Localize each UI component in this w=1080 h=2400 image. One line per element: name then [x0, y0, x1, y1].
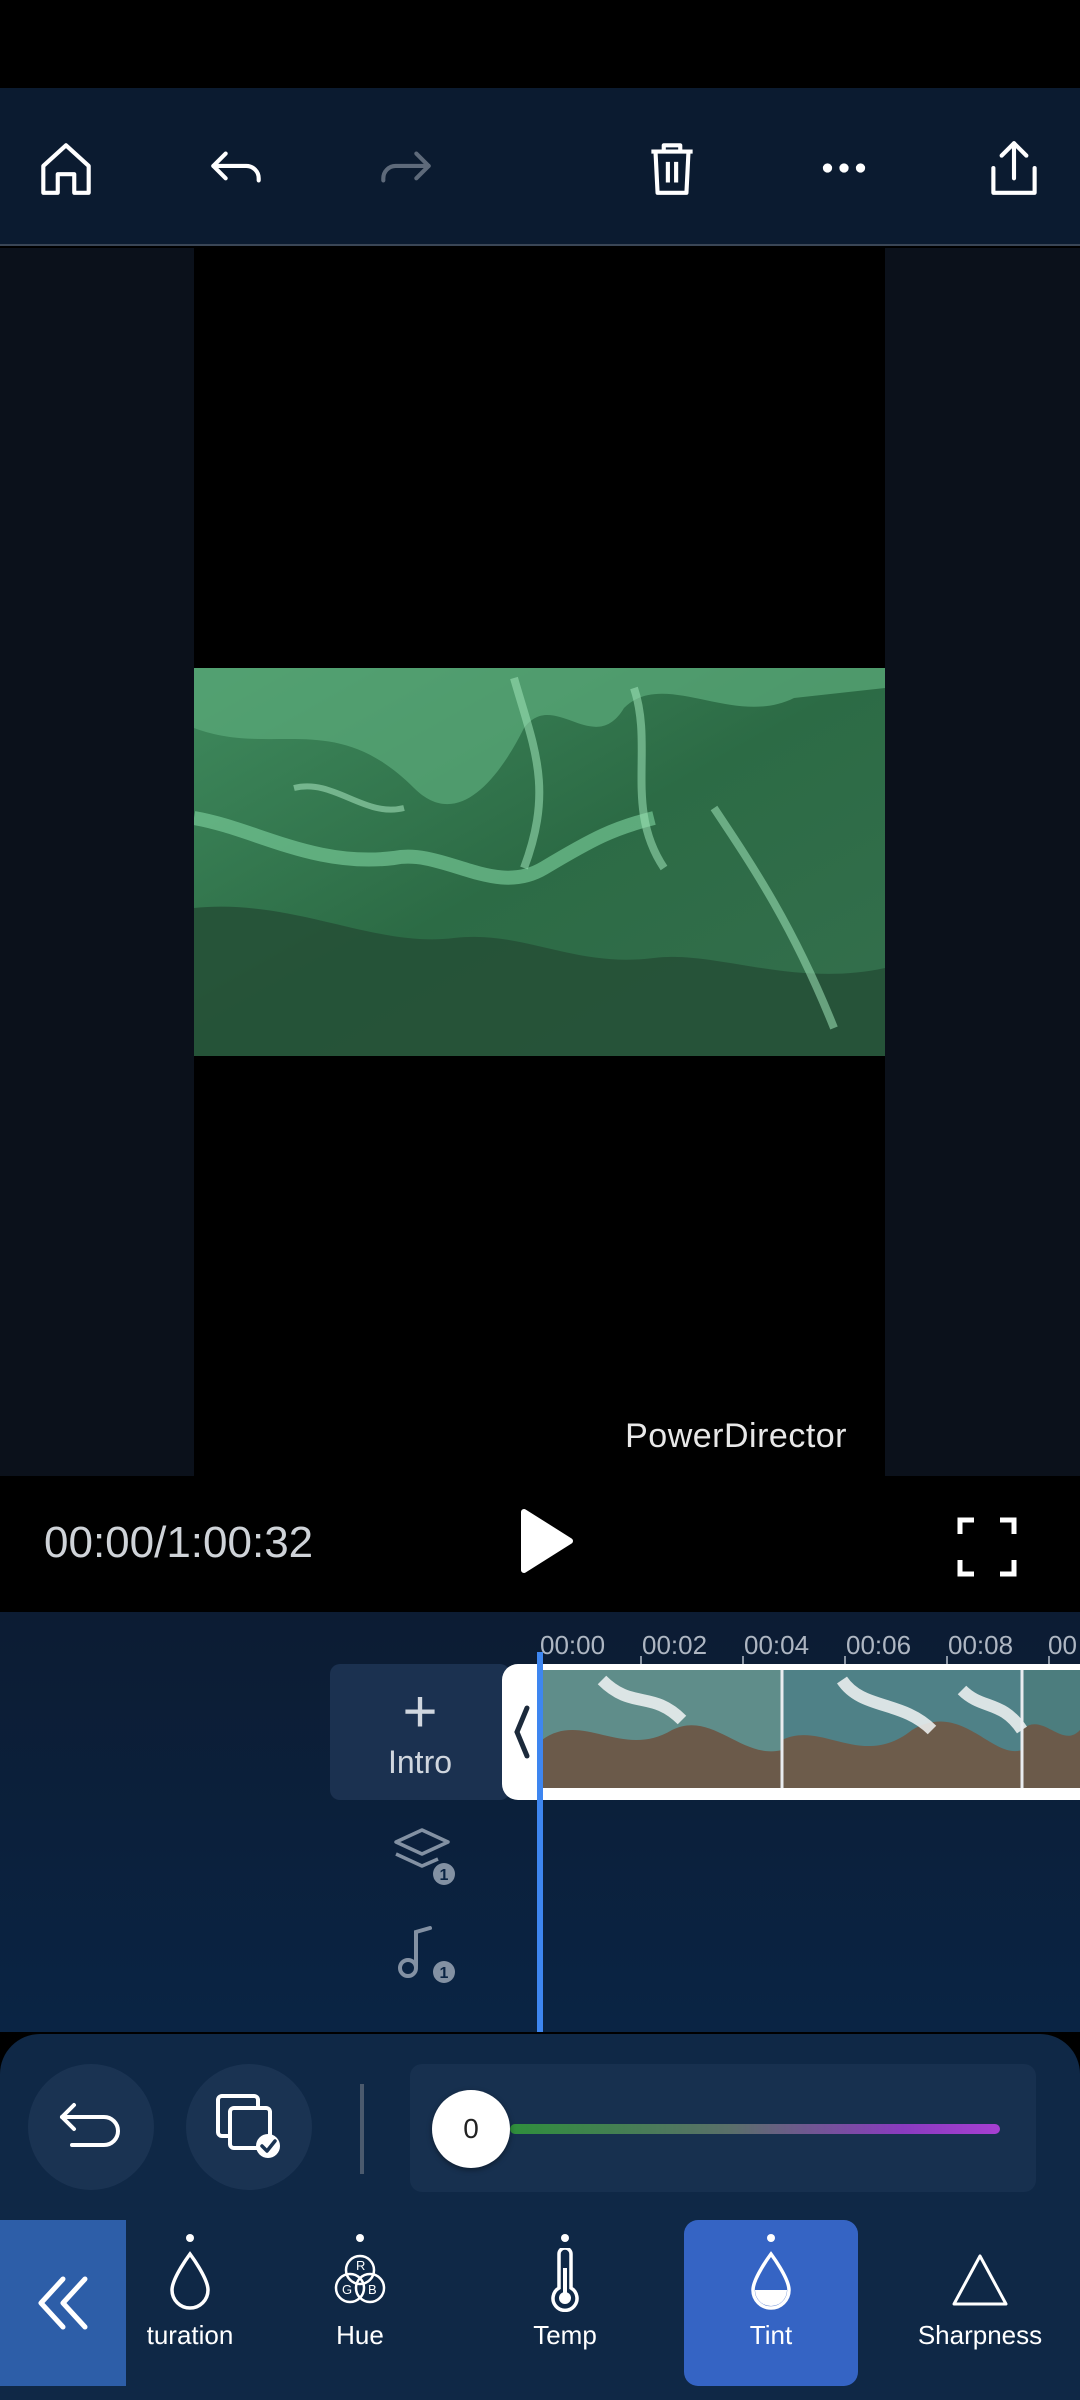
audio-track-button[interactable]: 1 [390, 1918, 460, 1988]
ruler-label: 00:04 [744, 1630, 810, 1660]
adjustment-item-sharpness[interactable]: Sharpness [900, 2220, 1060, 2386]
clip-thumbnails [542, 1670, 1080, 1788]
delete-button[interactable] [632, 128, 712, 208]
video-clip[interactable] [502, 1664, 1080, 1800]
undo-arrow-icon [60, 2103, 120, 2147]
copy-check-icon [216, 2094, 280, 2158]
ruler-label: 00:00 [540, 1630, 606, 1660]
adjustment-item-temp[interactable]: Temp [495, 2220, 635, 2386]
tint-slider-track[interactable] [510, 2124, 1000, 2134]
adjustment-label: Sharpness [917, 2320, 1043, 2350]
more-icon [822, 163, 866, 173]
intro-label: Intro [387, 1743, 453, 1780]
status-bar [0, 0, 1080, 88]
preview-area: PowerDirector [0, 248, 1080, 1476]
ruler-label: 00:08 [948, 1630, 1014, 1660]
apply-to-all-button[interactable] [186, 2064, 312, 2190]
indicator-dot [186, 2234, 194, 2242]
indicator-dot [561, 2234, 569, 2242]
home-button[interactable] [26, 128, 106, 208]
intro-button[interactable]: + Intro [330, 1664, 510, 1800]
transport-bar: 00:00/1:00:32 [0, 1476, 1080, 1612]
reset-button[interactable] [28, 2064, 154, 2190]
adjustment-item-saturation-wrap: turation [126, 2220, 286, 2386]
indicator-dot [767, 2234, 775, 2242]
undo-button[interactable] [196, 128, 276, 208]
adjustment-label: turation [146, 2320, 234, 2350]
timeline[interactable]: 00:00 00:02 00:04 00:06 00:08 00 + Intro [0, 1612, 1080, 2032]
play-button[interactable] [510, 1506, 580, 1576]
redo-button[interactable] [366, 128, 446, 208]
redo-icon [381, 151, 431, 183]
fullscreen-button[interactable] [952, 1512, 1022, 1582]
overlay-count: 1 [440, 1867, 449, 1884]
svg-text:R: R [356, 2258, 365, 2273]
home-icon [41, 143, 91, 195]
more-button[interactable] [804, 128, 884, 208]
tint-slider-knob[interactable]: 0 [432, 2090, 510, 2168]
tint-icon [739, 2248, 803, 2312]
adjustment-label: Hue [336, 2320, 384, 2350]
chevron-left-icon [514, 1705, 530, 1759]
rgb-icon: R G B [328, 2248, 392, 2312]
time-ruler: 00:00 00:02 00:04 00:06 00:08 00 [540, 1620, 1080, 1668]
adjustment-label: Tint [749, 2320, 793, 2350]
svg-text:G: G [342, 2282, 352, 2297]
thermometer-icon [533, 2248, 597, 2312]
indicator-dot [356, 2234, 364, 2242]
playhead[interactable] [537, 1652, 543, 2032]
tint-slider-container: 0 [410, 2064, 1036, 2192]
adjustment-item-hue[interactable]: R G B Hue [290, 2220, 430, 2386]
export-button[interactable] [974, 128, 1054, 208]
adjustment-label: Temp [533, 2320, 597, 2350]
timecode: 00:00/1:00:32 [44, 1518, 314, 1567]
adjustment-bar: turation R G B Hue Temp Tint Sharpness [0, 2220, 1080, 2400]
adjustment-item-saturation[interactable]: turation [126, 2220, 280, 2386]
ruler-label: 00:06 [846, 1630, 912, 1660]
ruler-label: 00 [1048, 1630, 1077, 1660]
plus-icon: + [402, 1677, 438, 1745]
video-frame [194, 668, 885, 1056]
fullscreen-icon [957, 1517, 1017, 1577]
clip-trim-handle[interactable] [502, 1664, 542, 1800]
triangle-icon [948, 2248, 1012, 2312]
panel-divider [360, 2084, 364, 2174]
share-icon [991, 141, 1037, 195]
undo-icon [211, 151, 261, 183]
play-icon [521, 1509, 573, 1573]
ruler-label: 00:02 [642, 1630, 708, 1660]
layers-icon [394, 1828, 450, 1868]
collapse-button[interactable] [0, 2220, 126, 2386]
preview-canvas[interactable]: PowerDirector [194, 248, 885, 1476]
watermark: PowerDirector [625, 1417, 847, 1455]
music-note-icon [398, 1926, 432, 1978]
audio-count: 1 [440, 1965, 449, 1982]
trash-icon [651, 143, 693, 195]
adjustment-item-tint[interactable]: Tint [684, 2220, 858, 2386]
svg-text:B: B [368, 2282, 377, 2297]
top-toolbar [0, 88, 1080, 246]
droplet-icon [158, 2248, 222, 2312]
edit-panel: 0 turation R G B Hue Temp Tint Sharpness [0, 2034, 1080, 2400]
double-chevron-left-icon [38, 2276, 88, 2330]
overlay-track-button[interactable]: 1 [390, 1820, 460, 1890]
